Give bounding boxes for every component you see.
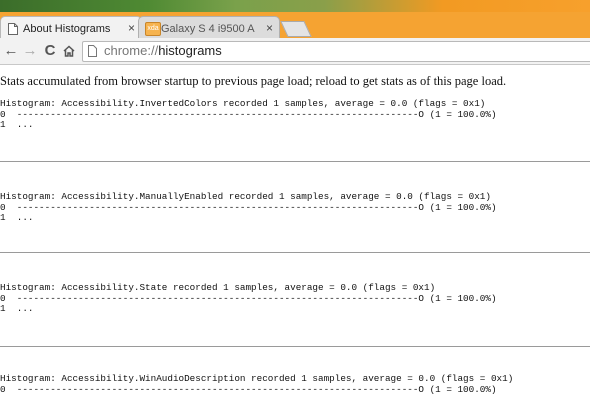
- forward-icon[interactable]: →: [21, 42, 39, 60]
- histogram-row: 1 ...: [0, 213, 590, 224]
- histogram-row: 1 ...: [0, 304, 590, 315]
- histogram-row: 0 --------------------------------------…: [0, 294, 590, 305]
- histogram-header: Histogram: Accessibility.State recorded …: [0, 283, 590, 294]
- histogram-block: Histogram: Accessibility.InvertedColors …: [0, 99, 590, 131]
- page-icon: [8, 23, 18, 35]
- histogram-header: Histogram: Accessibility.ManuallyEnabled…: [0, 192, 590, 203]
- reload-icon[interactable]: C: [41, 42, 59, 60]
- histogram-header: Histogram: Accessibility.WinAudioDescrip…: [0, 374, 590, 385]
- histogram-row: 1 ...: [0, 120, 590, 131]
- new-tab-button[interactable]: [280, 21, 311, 37]
- histogram-header: Histogram: Accessibility.InvertedColors …: [0, 99, 590, 110]
- divider: [0, 161, 590, 162]
- url-text: chrome://histograms: [104, 43, 222, 58]
- histogram-row: 0 --------------------------------------…: [0, 385, 590, 395]
- address-bar[interactable]: chrome://histograms: [82, 41, 590, 62]
- divider: [0, 346, 590, 347]
- histogram-block: Histogram: Accessibility.State recorded …: [0, 283, 590, 315]
- page-icon: [88, 45, 97, 57]
- intro-text: Stats accumulated from browser startup t…: [0, 74, 506, 89]
- histogram-row: 0 --------------------------------------…: [0, 203, 590, 214]
- home-icon[interactable]: [60, 42, 78, 60]
- tab-title: Galaxy S 4 i9500 Android: [161, 23, 255, 35]
- histogram-row: 0 --------------------------------------…: [0, 110, 590, 121]
- toolbar: ← → C chrome://histograms: [0, 38, 590, 65]
- tab-strip: About Histograms × xda Galaxy S 4 i9500 …: [0, 12, 590, 38]
- histogram-block: Histogram: Accessibility.ManuallyEnabled…: [0, 192, 590, 224]
- back-icon[interactable]: ←: [2, 42, 20, 60]
- divider: [0, 252, 590, 253]
- close-tab-icon[interactable]: ×: [266, 21, 273, 35]
- tab-title: About Histograms: [23, 23, 117, 35]
- close-tab-icon[interactable]: ×: [128, 21, 135, 35]
- xda-favicon-icon: xda: [145, 22, 161, 36]
